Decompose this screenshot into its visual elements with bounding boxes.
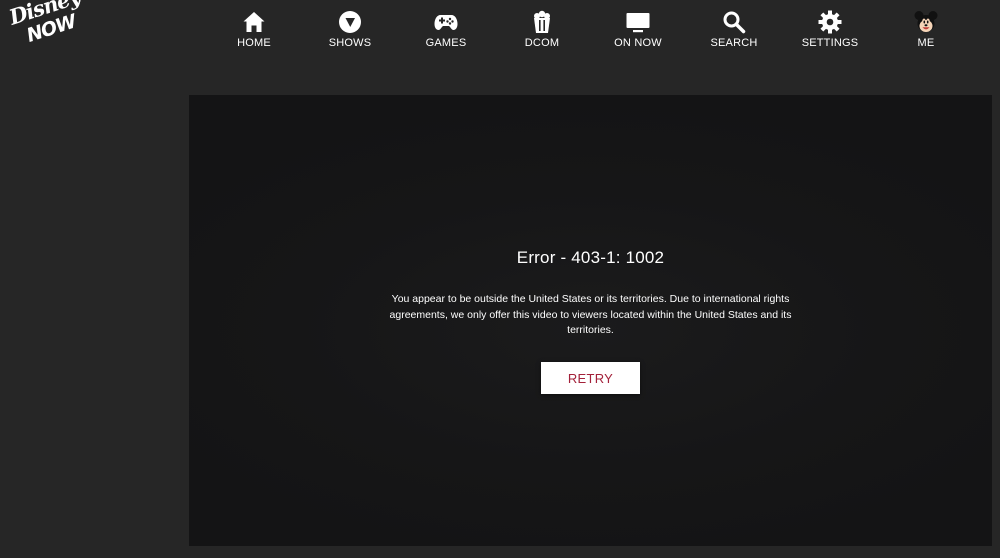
page: Disney NOW HOME SHOWS GAMES DCOM ON NOW … xyxy=(0,0,1000,558)
tv-icon xyxy=(626,10,650,34)
nav-item-settings[interactable]: SETTINGS xyxy=(782,0,878,58)
nav-label-on-now: ON NOW xyxy=(614,37,662,49)
nav-item-search[interactable]: SEARCH xyxy=(686,0,782,58)
nav-item-home[interactable]: HOME xyxy=(206,0,302,58)
search-icon xyxy=(722,10,746,34)
nav-label-shows: SHOWS xyxy=(328,37,372,49)
play-icon xyxy=(338,10,362,34)
retry-button[interactable]: RETRY xyxy=(541,362,640,394)
disney-now-logo[interactable]: Disney NOW xyxy=(4,0,83,52)
nav-item-me[interactable]: ME xyxy=(878,0,974,58)
header: Disney NOW HOME SHOWS GAMES DCOM ON NOW … xyxy=(0,0,1000,66)
nav-label-dcom: DCOM xyxy=(524,37,560,49)
nav-item-dcom[interactable]: DCOM xyxy=(494,0,590,58)
nav-item-on-now[interactable]: ON NOW xyxy=(590,0,686,58)
main-nav: HOME SHOWS GAMES DCOM ON NOW SEARCH SETT… xyxy=(206,0,974,60)
gear-icon xyxy=(818,10,842,34)
video-player: Error - 403-1: 1002 You appear to be out… xyxy=(189,95,992,546)
nav-label-settings: SETTINGS xyxy=(801,37,859,49)
error-title: Error - 403-1: 1002 xyxy=(516,248,665,267)
nav-label-home: HOME xyxy=(237,37,271,49)
nav-item-games[interactable]: GAMES xyxy=(398,0,494,58)
gamepad-icon xyxy=(434,10,458,34)
nav-item-shows[interactable]: SHOWS xyxy=(302,0,398,58)
error-message: You appear to be outside the United Stat… xyxy=(389,293,792,336)
mickey-avatar-icon xyxy=(914,10,938,34)
nav-label-search: SEARCH xyxy=(710,37,758,49)
popcorn-icon xyxy=(530,10,554,34)
nav-label-me: ME xyxy=(917,37,935,49)
home-icon xyxy=(242,10,266,34)
nav-label-games: GAMES xyxy=(425,37,467,49)
